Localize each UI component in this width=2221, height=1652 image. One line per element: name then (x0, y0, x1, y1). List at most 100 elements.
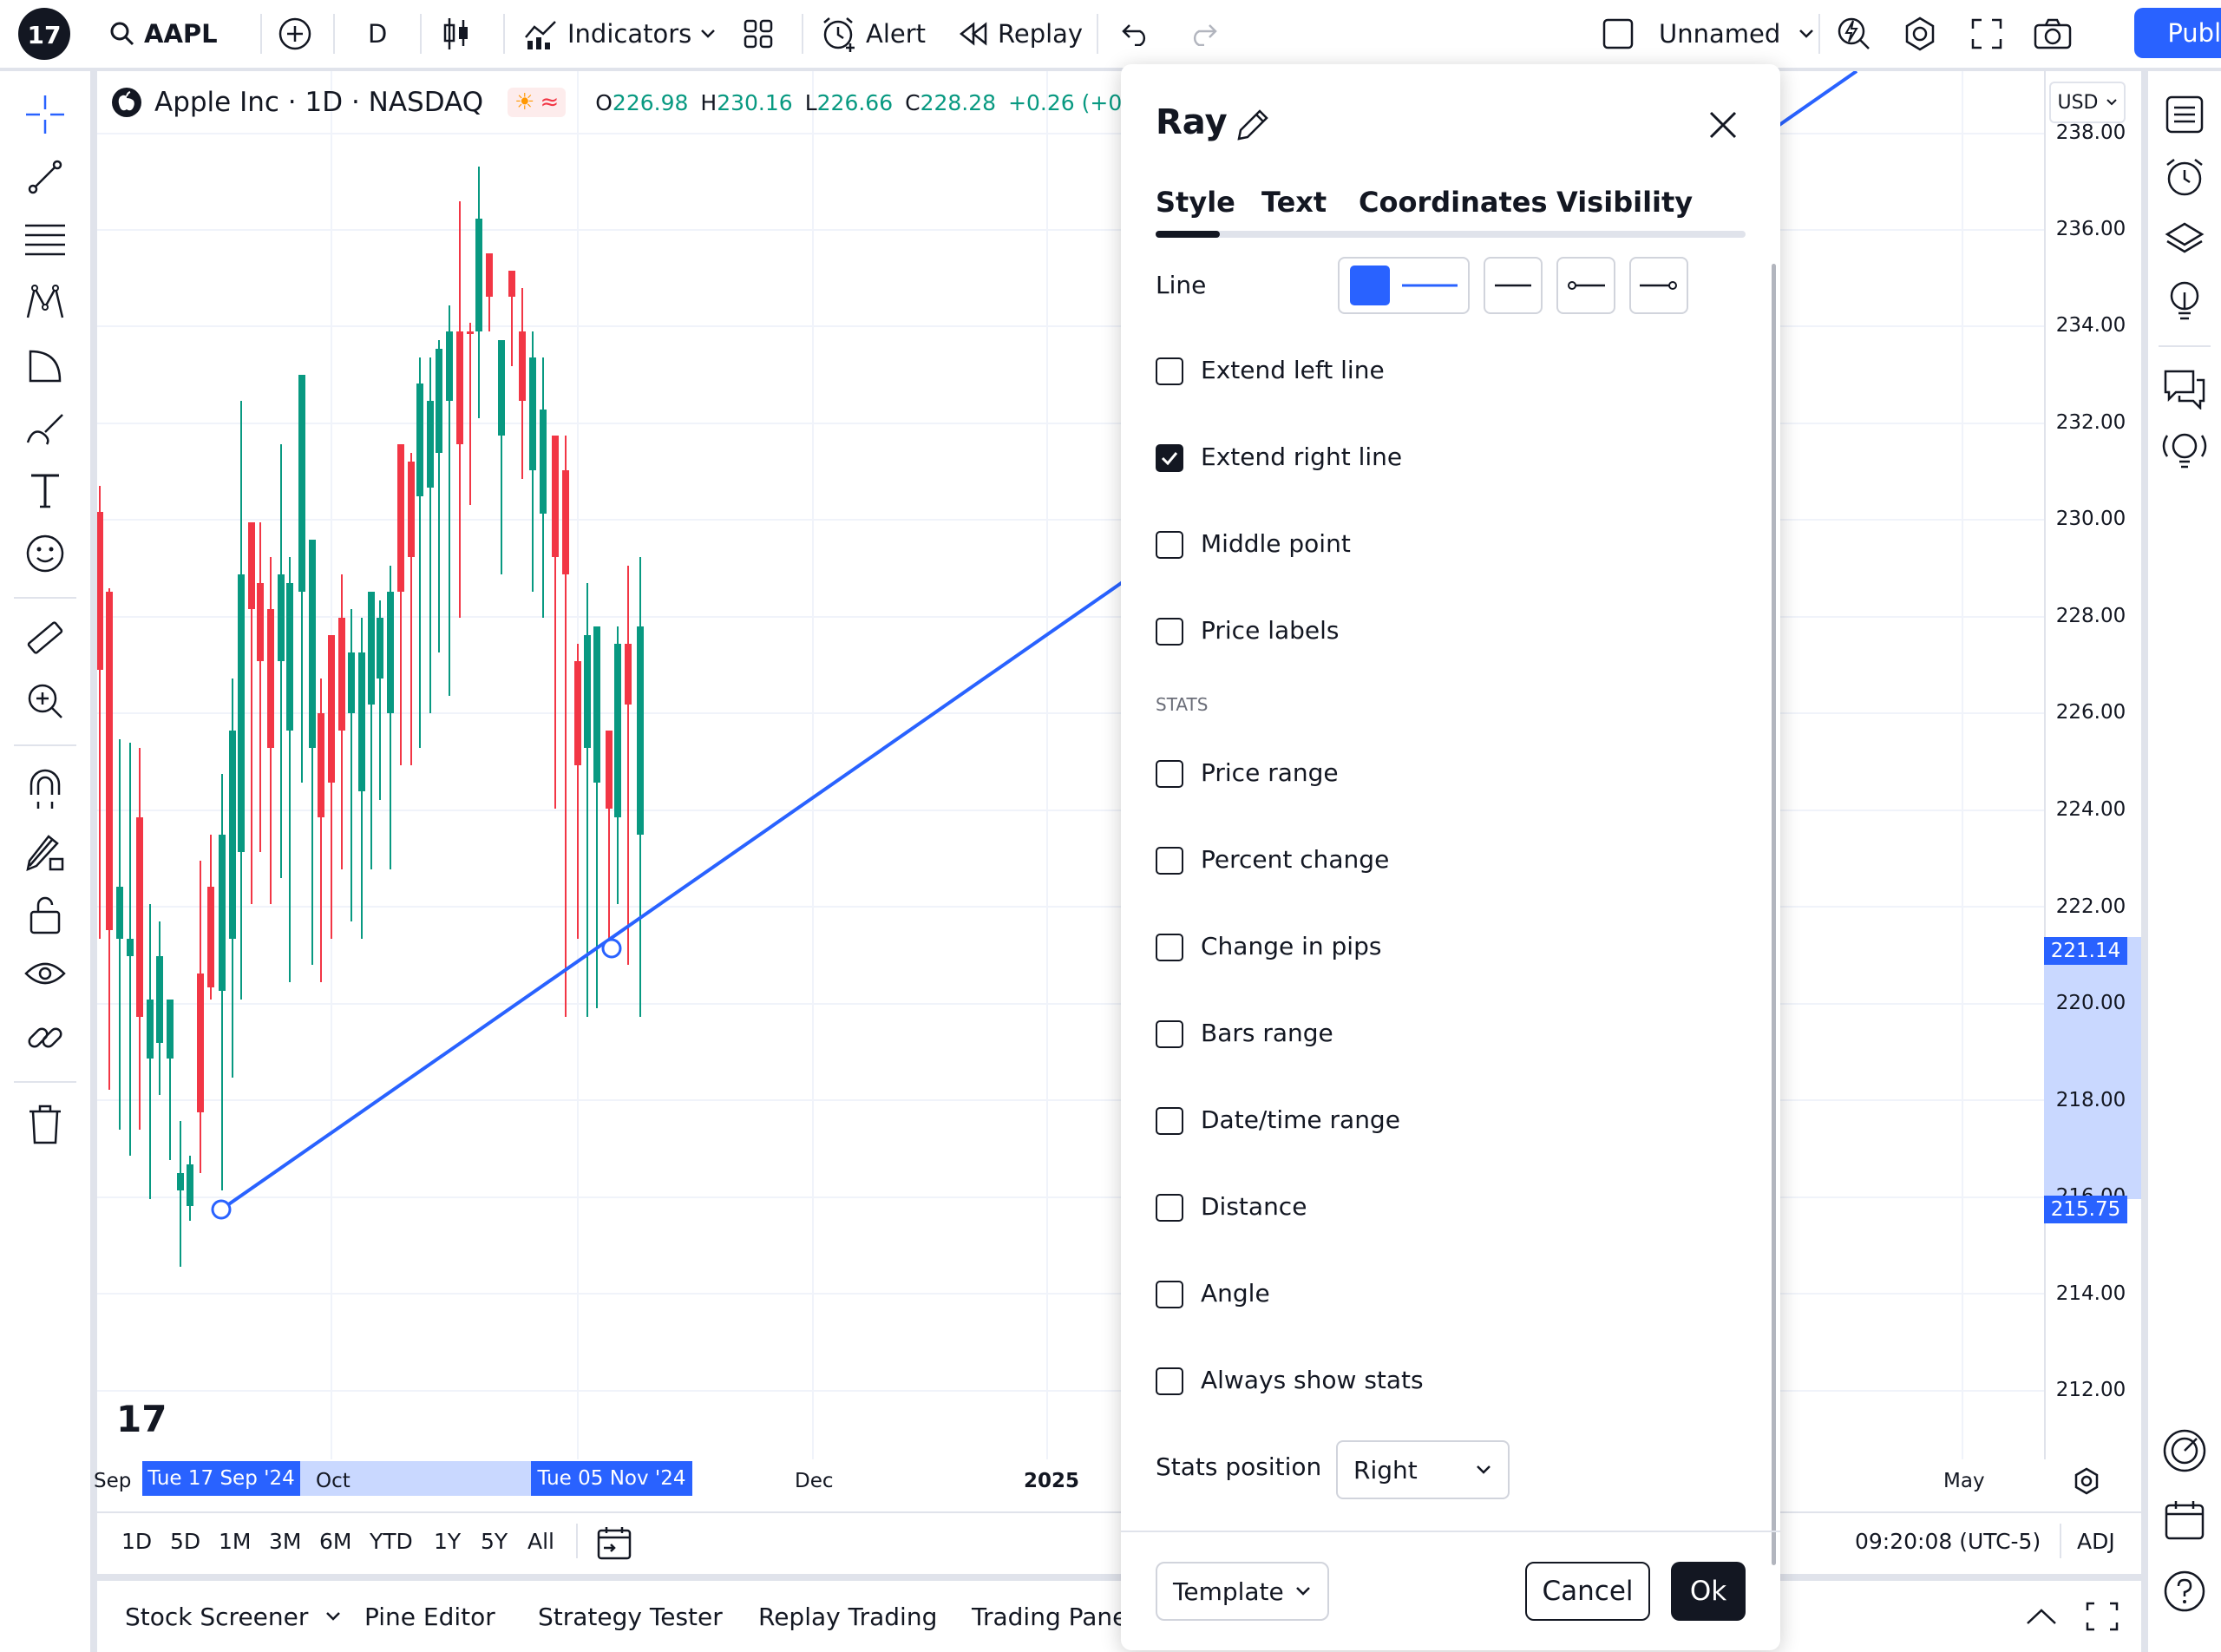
dom-button[interactable] (2159, 1425, 2211, 1477)
range-button-all[interactable]: All (527, 1529, 554, 1554)
symbol-search-button[interactable]: AAPL (109, 0, 218, 68)
pattern-tool[interactable] (19, 276, 71, 328)
ideas-button[interactable] (2159, 276, 2211, 328)
price-range-checkbox[interactable] (1156, 760, 1183, 788)
clock-display[interactable]: 09:20:08 (UTC-5) (1855, 1529, 2041, 1554)
percent-change-checkbox[interactable] (1156, 847, 1183, 875)
chart-canvas[interactable]: 17 (97, 71, 2141, 1459)
always-show-stats-checkbox[interactable] (1156, 1367, 1183, 1395)
bars-range-checkbox[interactable] (1156, 1020, 1183, 1048)
angle-checkbox[interactable] (1156, 1281, 1183, 1308)
price-labels-checkbox[interactable] (1156, 618, 1183, 646)
stay-in-drawing-mode-tool[interactable] (19, 826, 71, 878)
interval-button[interactable]: D (368, 0, 387, 68)
collapse-panel-button[interactable] (2025, 1581, 2058, 1652)
currency-selector[interactable]: USD (2049, 82, 2126, 123)
tab-stock-screener[interactable]: Stock Screener (125, 1581, 341, 1652)
text-tool[interactable] (19, 465, 71, 517)
help-button[interactable] (2159, 1565, 2211, 1617)
range-button-5d[interactable]: 5D (170, 1529, 200, 1554)
watchlist-button[interactable] (2159, 88, 2211, 141)
legend[interactable]: Apple Inc · 1D · NASDAQ ☀ ≈ O226.98 H230… (111, 82, 1186, 123)
crosshair-tool[interactable] (19, 88, 71, 141)
high-value: 230.16 (717, 89, 793, 115)
tab-style[interactable]: Style (1156, 186, 1235, 219)
tab-replay-trading[interactable]: Replay Trading (758, 1581, 937, 1652)
layout-button[interactable]: Unnamed (1602, 0, 1815, 68)
indicators-button[interactable]: Indicators (524, 0, 691, 68)
fib-tool[interactable] (19, 213, 71, 266)
tab-text[interactable]: Text (1261, 186, 1327, 219)
fullscreen-button[interactable] (1971, 0, 2002, 68)
icons-tool[interactable] (19, 528, 71, 580)
price-label: 232.00 (2055, 411, 2126, 434)
alerts-button[interactable] (2159, 151, 2211, 203)
trend-line-tool[interactable] (19, 151, 71, 203)
extend-left-checkbox[interactable] (1156, 357, 1183, 385)
settings-button[interactable] (1902, 0, 1938, 68)
adjust-button[interactable]: ADJ (2077, 1529, 2115, 1554)
templates-button[interactable] (743, 0, 774, 68)
range-button-5y[interactable]: 5Y (481, 1529, 508, 1554)
range-button-ytd[interactable]: YTD (370, 1529, 413, 1554)
ray-anchor-start[interactable] (211, 1199, 232, 1220)
maximize-panel-button[interactable] (2086, 1581, 2119, 1652)
line-style-button[interactable] (1484, 257, 1543, 314)
go-to-date-button[interactable] (597, 1525, 633, 1560)
replay-button[interactable]: Replay (958, 0, 1083, 68)
distance-checkbox[interactable] (1156, 1194, 1183, 1222)
range-button-3m[interactable]: 3M (269, 1529, 301, 1554)
magnet-tool[interactable] (19, 764, 71, 816)
close-dialog-button[interactable] (1706, 108, 1740, 142)
indicators-dropdown[interactable] (699, 0, 717, 68)
ray-anchor-end[interactable] (601, 938, 622, 959)
streams-button[interactable] (2159, 425, 2211, 477)
remove-drawings-tool[interactable] (19, 1098, 71, 1150)
tab-strategy-tester[interactable]: Strategy Tester (538, 1581, 723, 1652)
tab-visibility[interactable]: Visibility (1556, 186, 1693, 219)
alert-button[interactable]: Alert (821, 0, 926, 68)
middle-point-checkbox[interactable] (1156, 531, 1183, 559)
tab-coordinates[interactable]: Coordinates (1359, 186, 1548, 219)
left-end-button[interactable] (1556, 257, 1615, 314)
object-tree-button[interactable] (2159, 213, 2211, 266)
zoom-in-tool[interactable] (19, 675, 71, 727)
publish-button[interactable]: Publish (2134, 8, 2221, 58)
redo-button[interactable] (1189, 0, 1218, 68)
market-status-badge[interactable]: ☀ ≈ (508, 88, 567, 117)
right-end-button[interactable] (1629, 257, 1688, 314)
date-time-range-checkbox[interactable] (1156, 1107, 1183, 1135)
change-in-pips-checkbox[interactable] (1156, 934, 1183, 961)
link-tool[interactable] (19, 1012, 71, 1064)
extend-right-checkbox[interactable] (1156, 444, 1183, 472)
range-button-6m[interactable]: 6M (319, 1529, 351, 1554)
brush-tool[interactable] (19, 403, 71, 455)
quick-search-button[interactable] (1836, 0, 1872, 68)
smiley-icon (25, 534, 65, 574)
range-button-1y[interactable]: 1Y (434, 1529, 461, 1554)
calendar-button[interactable] (2159, 1494, 2211, 1546)
compare-symbol-button[interactable] (278, 0, 312, 68)
chart-type-button[interactable] (441, 0, 472, 68)
range-button-1m[interactable]: 1M (219, 1529, 251, 1554)
chats-button[interactable] (2159, 363, 2211, 415)
undo-button[interactable] (1121, 0, 1150, 68)
hide-drawings-tool[interactable] (19, 949, 71, 1001)
dialog-scrollbar[interactable] (1772, 264, 1776, 1565)
line-color-button[interactable] (1338, 257, 1470, 314)
range-button-1d[interactable]: 1D (121, 1529, 152, 1554)
rename-button[interactable] (1235, 108, 1270, 142)
candle-body (127, 939, 134, 956)
lock-drawings-tool[interactable] (19, 888, 71, 941)
stats-position-select[interactable]: Right (1336, 1440, 1510, 1499)
cancel-button[interactable]: Cancel (1525, 1562, 1650, 1621)
template-button[interactable]: Template (1156, 1562, 1329, 1621)
geometric-shapes-tool[interactable] (19, 340, 71, 392)
time-axis-settings-button[interactable] (2072, 1466, 2101, 1496)
measure-tool[interactable] (19, 613, 71, 665)
ok-button[interactable]: Ok (1671, 1562, 1746, 1621)
tradingview-logo[interactable]: 17 (17, 0, 71, 68)
tab-pine-editor[interactable]: Pine Editor (364, 1581, 495, 1652)
snapshot-button[interactable] (2034, 0, 2072, 68)
tab-trading-panel[interactable]: Trading Panel (972, 1581, 1134, 1652)
